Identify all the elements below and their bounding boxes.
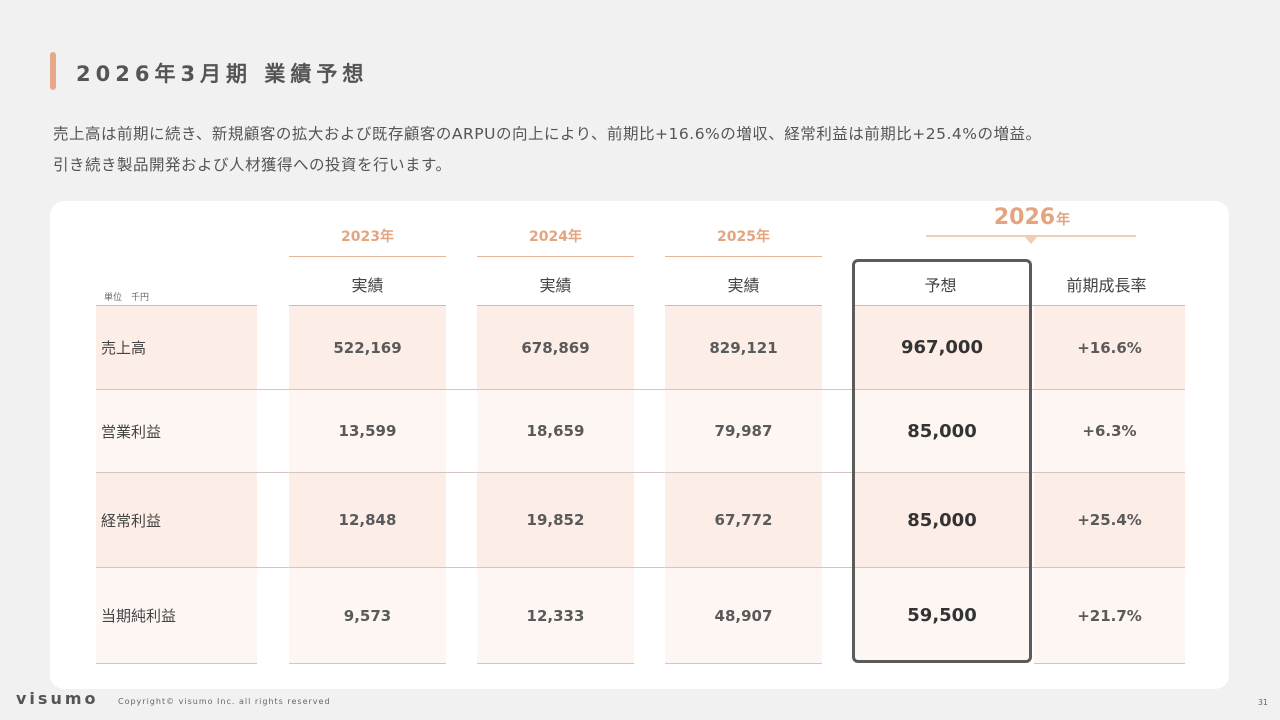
row-divider [665,663,822,664]
row-divider [96,663,257,664]
year-2025-underline [665,256,822,257]
description-line-1: 売上高は前期に続き、新規顧客の拡大および既存顧客のARPUの向上により、前期比+… [53,125,1042,143]
header-actual-2025: 実績 [727,276,760,295]
cell-net-income-growth: +21.7% [1034,568,1185,663]
row-label-ordinary-profit: 経常利益 [96,473,257,567]
title-accent-bar [50,52,56,90]
cell-operating-profit-2023: 13,599 [289,390,446,472]
cell-ordinary-profit-2023: 12,848 [289,473,446,567]
forecast-year-label: 2026年 [928,205,1136,230]
cell-operating-profit-2025: 79,987 [665,390,822,472]
year-2024-underline [477,256,634,257]
description-line-2: 引き続き製品開発および人材獲得への投資を行います。 [53,156,452,174]
forecast-year-pointer [1024,236,1038,244]
year-2025-label: 2025年 [717,229,770,245]
header-growth-rate: 前期成長率 [1066,276,1147,295]
cell-operating-profit-2024: 18,659 [477,390,634,472]
row-divider [1034,663,1185,664]
row-divider [289,663,446,664]
cell-net-sales-2024: 678,869 [477,306,634,389]
cell-ordinary-profit-growth: +25.4% [1034,473,1185,567]
year-2023-label: 2023年 [341,229,394,245]
cell-net-income-2024: 12,333 [477,568,634,663]
row-divider [477,663,634,664]
cell-net-sales-2023: 522,169 [289,306,446,389]
forecast-year-suffix: 年 [1056,212,1071,228]
cell-net-income-2023: 9,573 [289,568,446,663]
cell-ordinary-profit-2025: 67,772 [665,473,822,567]
row-label-net-sales: 売上高 [96,306,257,389]
year-2023-underline [289,256,446,257]
header-actual-2024: 実績 [539,276,572,295]
copyright-text: Copyright© visumo Inc. all rights reserv… [118,697,331,706]
cell-net-sales-2025: 829,121 [665,306,822,389]
year-2024-label: 2024年 [529,229,582,245]
page-title: 2026年3月期 業績予想 [76,62,369,86]
cell-net-income-2025: 48,907 [665,568,822,663]
unit-label: 単位 千円 [104,293,150,303]
description: 売上高は前期に続き、新規顧客の拡大および既存顧客のARPUの向上により、前期比+… [53,119,1253,181]
row-label-net-income: 当期純利益 [96,568,257,663]
cell-net-sales-growth: +16.6% [1034,306,1185,389]
forecast-year-number: 2026 [993,205,1056,230]
page-number: 31 [1257,698,1268,707]
cell-ordinary-profit-2024: 19,852 [477,473,634,567]
forecast-column-highlight [852,259,1032,663]
header-actual-2023: 実績 [351,276,384,295]
cell-operating-profit-growth: +6.3% [1034,390,1185,472]
visumo-logo: visumo [16,689,99,708]
row-label-operating-profit: 営業利益 [96,390,257,472]
